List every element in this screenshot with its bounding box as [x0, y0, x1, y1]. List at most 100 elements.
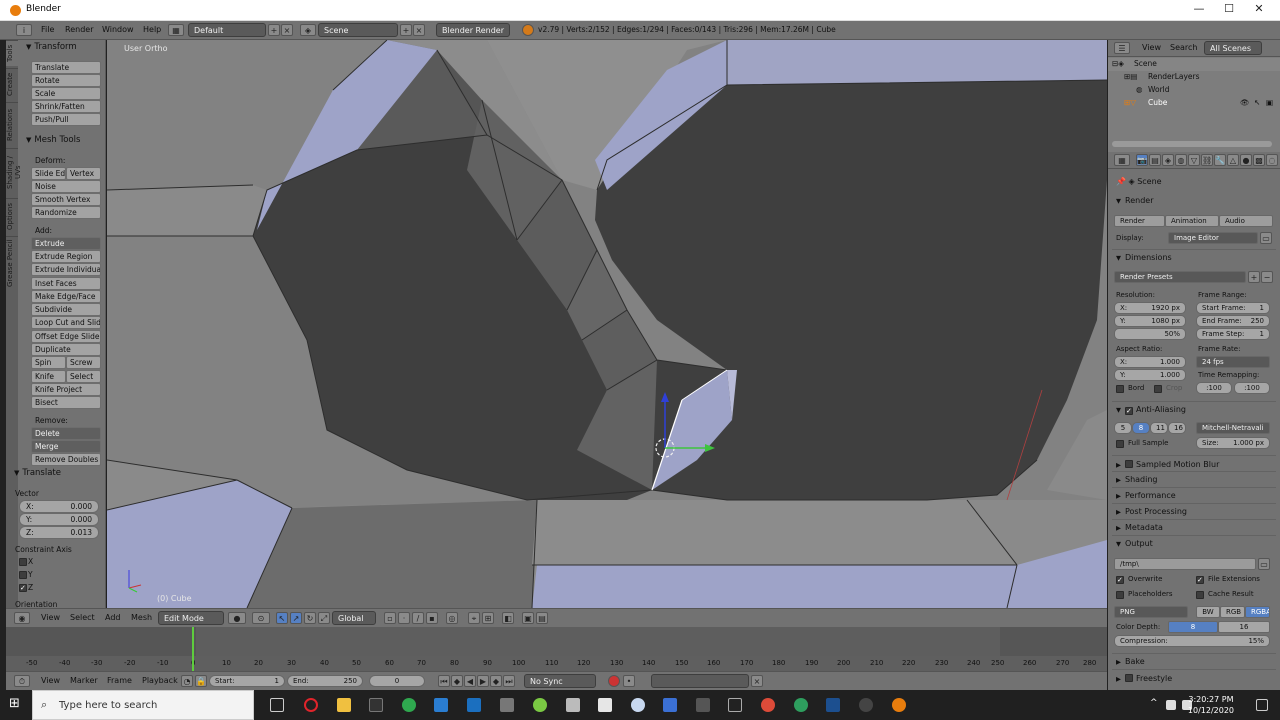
taskbar-clock[interactable]: 3:20:27 PM 10/12/2020: [1188, 694, 1234, 716]
current-frame-indicator[interactable]: [192, 627, 194, 671]
resolution-percent-field[interactable]: 50%: [1114, 328, 1186, 340]
translate-manip-icon[interactable]: ↗: [290, 612, 302, 624]
remove-layout-icon[interactable]: ×: [281, 24, 293, 36]
scale-button[interactable]: Scale: [31, 87, 101, 100]
taskbar-search-input[interactable]: ⌕ Type here to search: [32, 690, 254, 720]
opengl-anim-icon[interactable]: ▤: [536, 612, 548, 624]
preview-range-icon[interactable]: ◔: [181, 675, 193, 687]
scale-manip-icon[interactable]: ⤢: [318, 612, 330, 624]
editor-app-icon[interactable]: [598, 698, 612, 712]
knife-select-button[interactable]: Select: [66, 370, 101, 383]
cache-result-checkbox[interactable]: [1196, 591, 1204, 599]
tab-shading-uvs[interactable]: Shading / UVs: [6, 148, 22, 196]
world-tab-icon[interactable]: ◍: [1175, 154, 1187, 166]
outliner-item-renderlayers[interactable]: ⊞▤ RenderLayers: [1108, 71, 1280, 84]
compression-slider[interactable]: Compression: 15%: [1114, 635, 1270, 647]
audio-button[interactable]: Audio: [1219, 215, 1273, 227]
folder-browse-icon[interactable]: ▭: [1258, 558, 1270, 570]
aspect-y-field[interactable]: Y: 1.000: [1114, 369, 1186, 381]
editor-type-3d-icon[interactable]: ◉: [14, 612, 30, 624]
layers-icon[interactable]: ▫: [384, 612, 396, 624]
animation-button[interactable]: Animation: [1165, 215, 1219, 227]
bisect-button[interactable]: Bisect: [31, 396, 101, 409]
green-app-icon[interactable]: [533, 698, 547, 712]
outliner-menu-view[interactable]: View: [1142, 43, 1161, 52]
network-icon[interactable]: [1166, 700, 1176, 710]
offset-edge-slide-button[interactable]: Offset Edge Slide: [31, 330, 101, 343]
pivot-select-icon[interactable]: ⊙: [252, 612, 270, 624]
menu-render[interactable]: Render: [65, 25, 93, 34]
color-rgb-button[interactable]: RGB: [1220, 606, 1245, 618]
tab-relations[interactable]: Relations: [6, 102, 18, 146]
timeline-menu-marker[interactable]: Marker: [70, 676, 98, 685]
menu-view[interactable]: View: [41, 613, 60, 622]
current-frame-field[interactable]: 0: [369, 675, 425, 687]
remove-preset-icon[interactable]: −: [1261, 271, 1273, 283]
outliner-item-world[interactable]: ◍ World: [1108, 84, 1280, 97]
select-cursor-icon[interactable]: ↖: [1254, 98, 1260, 107]
timeline-menu-playback[interactable]: Playback: [142, 676, 178, 685]
next-key-icon[interactable]: ◆: [490, 675, 502, 687]
visibility-eye-icon[interactable]: 👁: [1240, 98, 1250, 107]
render-tab-icon[interactable]: 📷: [1136, 154, 1148, 166]
misc-app-icon[interactable]: [696, 698, 710, 712]
editor-type-properties-icon[interactable]: ▦: [1114, 154, 1130, 166]
manipulator-toggle-icon[interactable]: ↖: [276, 612, 288, 624]
color-rgba-button[interactable]: RGBA: [1245, 606, 1270, 618]
aspect-x-field[interactable]: X: 1.000: [1114, 356, 1186, 368]
screw-button[interactable]: Screw: [66, 356, 101, 369]
face-select-icon[interactable]: ▪: [426, 612, 438, 624]
shading-select-icon[interactable]: ●: [228, 612, 246, 624]
screen-layout-field[interactable]: Default: [188, 23, 266, 37]
transform-orientation-select[interactable]: Global: [332, 611, 376, 625]
constraint-z-checkbox[interactable]: ✓: [19, 584, 27, 592]
merge-menu-button[interactable]: Merge: [31, 440, 101, 453]
dimensions-panel-header[interactable]: Dimensions: [1116, 253, 1172, 262]
outliner-scrollbar[interactable]: [1112, 141, 1272, 147]
keying-set-field[interactable]: [651, 674, 749, 688]
color-depth-8-button[interactable]: 8: [1168, 621, 1218, 633]
mode-select[interactable]: Edit Mode: [158, 611, 224, 625]
frame-rate-select[interactable]: 24 fps: [1196, 356, 1270, 368]
maximize-icon[interactable]: ☐: [1215, 2, 1243, 19]
snap-toggle-icon[interactable]: ⌖: [468, 612, 480, 624]
opera-icon[interactable]: [304, 698, 318, 712]
add-layout-icon[interactable]: +: [268, 24, 280, 36]
filter-size-field[interactable]: Size: 1.000 px: [1196, 437, 1270, 449]
display-toggle-icon[interactable]: ▭: [1260, 232, 1272, 244]
shading-panel-header[interactable]: Shading: [1116, 475, 1158, 484]
vector-z-field[interactable]: Z: 0.013: [19, 526, 99, 539]
tab-grease-pencil[interactable]: Grease Pencil: [6, 236, 18, 290]
object-tab-icon[interactable]: ▽: [1188, 154, 1200, 166]
bake-panel-header[interactable]: Bake: [1116, 657, 1145, 666]
tab-create[interactable]: Create: [6, 68, 18, 100]
extrude-menu-button[interactable]: Extrude: [31, 237, 101, 250]
obs-icon[interactable]: [859, 698, 873, 712]
editor-type-icon[interactable]: i: [16, 24, 32, 36]
display-select[interactable]: Image Editor: [1168, 232, 1258, 244]
terminal-icon[interactable]: [369, 698, 383, 712]
menu-add[interactable]: Add: [105, 613, 121, 622]
lock-range-icon[interactable]: 🔒: [195, 675, 207, 687]
blender-taskbar-icon[interactable]: [892, 698, 906, 712]
aa-samples-11[interactable]: 11: [1150, 422, 1168, 434]
output-panel-header[interactable]: Output: [1116, 539, 1153, 548]
menu-mesh[interactable]: Mesh: [131, 613, 152, 622]
translate-button[interactable]: Translate: [31, 61, 101, 74]
file-explorer-icon[interactable]: [337, 698, 351, 712]
physics-tab-icon[interactable]: ◌: [1266, 154, 1278, 166]
calculator-icon[interactable]: [566, 698, 580, 712]
play-reverse-icon[interactable]: ◀: [464, 675, 476, 687]
constraint-x-checkbox[interactable]: [19, 558, 27, 566]
remove-doubles-button[interactable]: Remove Doubles: [31, 453, 101, 466]
tray-chevron-icon[interactable]: ^: [1150, 698, 1160, 712]
make-edge-face-button[interactable]: Make Edge/Face: [31, 290, 101, 303]
spin-button[interactable]: Spin: [31, 356, 66, 369]
proportional-edit-icon[interactable]: ◎: [446, 612, 458, 624]
aa-samples-16[interactable]: 16: [1168, 422, 1186, 434]
play-icon[interactable]: ▶: [477, 675, 489, 687]
render-panel-header[interactable]: Render: [1116, 196, 1153, 205]
menu-file[interactable]: File: [41, 25, 54, 34]
timeline-menu-frame[interactable]: Frame: [107, 676, 132, 685]
record-icon[interactable]: [608, 675, 620, 687]
